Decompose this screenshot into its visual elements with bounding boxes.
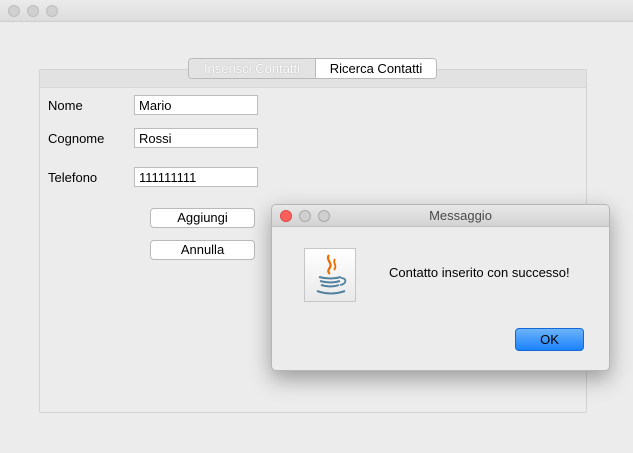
- cognome-field[interactable]: [134, 128, 258, 148]
- tab-bar: Inserisci Contatti Ricerca Contatti: [188, 58, 437, 79]
- message-dialog: Messaggio Contatto inserito con successo…: [271, 204, 610, 371]
- nome-label: Nome: [48, 98, 83, 113]
- java-cup-icon: [304, 248, 356, 302]
- dialog-titlebar: Messaggio: [272, 205, 609, 227]
- zoom-window-button[interactable]: [46, 5, 58, 17]
- tab-inserisci-contatti[interactable]: Inserisci Contatti: [189, 59, 316, 78]
- annulla-button[interactable]: Annulla: [150, 240, 255, 260]
- telefono-label: Telefono: [48, 170, 98, 185]
- aggiungi-button[interactable]: Aggiungi: [150, 208, 255, 228]
- nome-field[interactable]: [134, 95, 258, 115]
- telefono-field[interactable]: [134, 167, 258, 187]
- cognome-label: Cognome: [48, 131, 105, 146]
- dialog-title: Messaggio: [429, 208, 492, 223]
- ok-button[interactable]: OK: [515, 328, 584, 351]
- main-window-titlebar: [0, 0, 633, 22]
- dialog-message: Contatto inserito con successo!: [389, 265, 570, 280]
- minimize-window-button[interactable]: [27, 5, 39, 17]
- tab-ricerca-contatti[interactable]: Ricerca Contatti: [316, 59, 436, 78]
- close-window-button[interactable]: [8, 5, 20, 17]
